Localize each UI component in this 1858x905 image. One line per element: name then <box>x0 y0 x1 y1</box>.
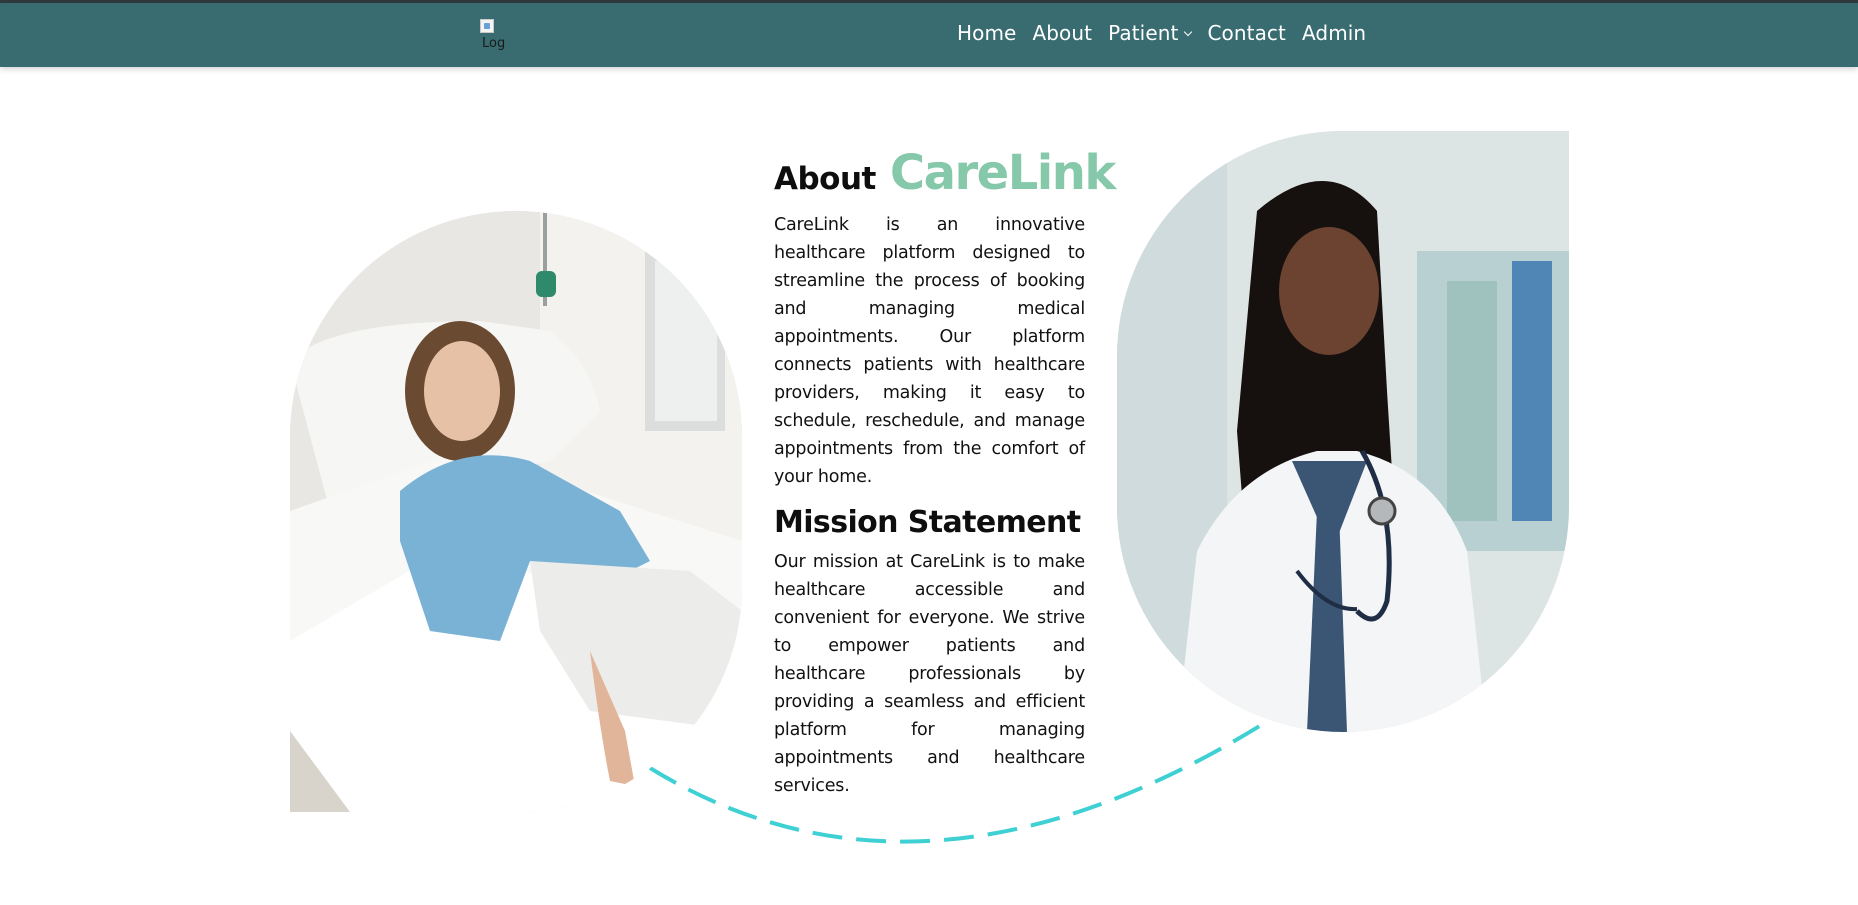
doctor-image <box>1117 131 1569 732</box>
mission-heading: Mission Statement <box>774 505 1081 540</box>
patient-image <box>290 211 742 812</box>
nav-about-label: About <box>1032 21 1093 45</box>
nav-admin[interactable]: Admin <box>1302 21 1366 45</box>
doctor-photo <box>1117 131 1569 732</box>
about-section: About CareLink CareLink is an innovative… <box>774 145 1116 800</box>
about-heading-brand: CareLink <box>889 145 1116 201</box>
nav-home-label: Home <box>957 21 1017 45</box>
logo-alt-text: Log <box>482 36 506 51</box>
logo[interactable]: Log <box>480 19 516 55</box>
broken-image-icon <box>480 19 494 33</box>
main-nav: Home About Patient Contact Admin <box>957 21 1366 45</box>
about-heading-prefix: About <box>774 161 876 197</box>
nav-about[interactable]: About <box>1032 21 1092 45</box>
about-heading: About CareLink <box>774 145 1116 201</box>
nav-home[interactable]: Home <box>957 21 1016 45</box>
chevron-down-icon <box>1184 27 1193 36</box>
nav-admin-label: Admin <box>1301 21 1367 45</box>
nav-patient-dropdown[interactable]: Patient <box>1108 21 1193 45</box>
mission-text: Our mission at CareLink is to make healt… <box>774 552 1085 796</box>
navbar: Log Home About Patient Contact Admin <box>0 3 1858 67</box>
nav-patient-label: Patient <box>1108 21 1179 45</box>
about-description: CareLink is an innovative healthcare pla… <box>774 215 1085 487</box>
nav-contact[interactable]: Contact <box>1207 21 1286 45</box>
patient-photo <box>290 211 742 812</box>
nav-contact-label: Contact <box>1207 21 1286 45</box>
